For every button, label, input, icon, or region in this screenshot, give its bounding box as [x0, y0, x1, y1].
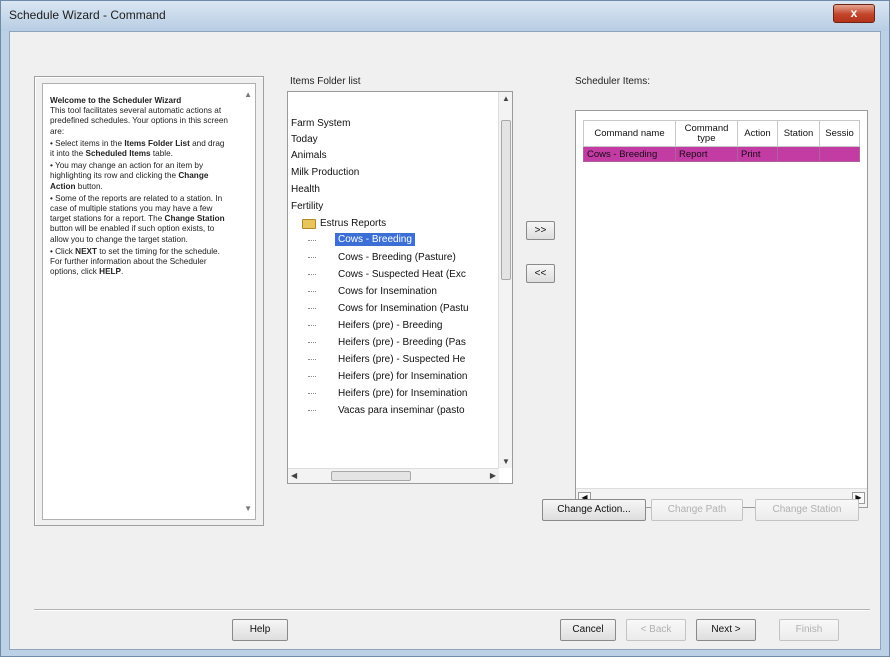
- tree-child[interactable]: Cows for Insemination (Pastu: [338, 303, 469, 314]
- welcome-text-box[interactable]: Welcome to the Scheduler Wizard This too…: [42, 83, 256, 520]
- tree-horizontal-thumb[interactable]: [331, 471, 411, 481]
- tree-item-health[interactable]: Health: [291, 184, 320, 195]
- scroll-left-icon[interactable]: ◀: [291, 471, 297, 480]
- scroll-down-icon[interactable]: ▼: [244, 504, 252, 513]
- tree-connector: [308, 325, 316, 326]
- close-button[interactable]: x: [833, 4, 875, 23]
- folder-icon: [302, 219, 316, 229]
- cancel-button[interactable]: Cancel: [560, 619, 616, 641]
- tree-child[interactable]: Heifers (pre) - Breeding: [338, 320, 442, 331]
- change-station-button[interactable]: Change Station: [755, 499, 859, 521]
- tree-item-estrus-reports[interactable]: Estrus Reports: [320, 218, 386, 229]
- cell-command-name: Cows - Breeding: [583, 146, 676, 162]
- tree-child[interactable]: Heifers (pre) - Breeding (Pas: [338, 337, 466, 348]
- items-folder-tree[interactable]: Farm System Today Animals Milk Productio…: [287, 91, 513, 484]
- cell-station: [777, 146, 820, 162]
- back-button[interactable]: < Back: [626, 619, 686, 641]
- tree-connector: [308, 342, 316, 343]
- tree-child[interactable]: Heifers (pre) for Insemination: [338, 388, 468, 399]
- tree-child[interactable]: Cows - Breeding (Pasture): [338, 252, 456, 263]
- bullet4-pre: • Click: [50, 246, 76, 256]
- bullet4-bold2: HELP: [99, 267, 121, 277]
- tree-connector: [308, 291, 316, 292]
- column-header-command-name[interactable]: Command name: [583, 120, 676, 147]
- tree-child[interactable]: Heifers (pre) - Suspected He: [338, 354, 465, 365]
- tree-item-fertility[interactable]: Fertility: [291, 201, 323, 212]
- items-folder-label: Items Folder list: [290, 76, 361, 87]
- change-path-button[interactable]: Change Path: [651, 499, 743, 521]
- tree-connector: [308, 240, 316, 241]
- tree-child[interactable]: Cows - Suspected Heat (Exc: [338, 269, 466, 280]
- bullet2-post: button.: [75, 181, 103, 191]
- finish-button[interactable]: Finish: [779, 619, 839, 641]
- footer-separator: [34, 609, 870, 611]
- tree-connector: [308, 376, 316, 377]
- bullet4-bold: NEXT: [75, 246, 97, 256]
- help-button[interactable]: Help: [232, 619, 288, 641]
- column-header-action[interactable]: Action: [737, 120, 778, 147]
- tree-horizontal-scrollbar[interactable]: ◀ ▶: [288, 468, 499, 483]
- bullet1-pre: • Select items in the: [50, 138, 125, 148]
- column-header-session[interactable]: Sessio: [819, 120, 860, 147]
- tree-connector: [308, 257, 316, 258]
- scroll-down-icon[interactable]: ▼: [502, 457, 510, 466]
- tree-child[interactable]: Heifers (pre) for Insemination: [338, 371, 468, 382]
- tree-connector: [308, 359, 316, 360]
- tree-item-milk-production[interactable]: Milk Production: [291, 167, 359, 178]
- tree-child[interactable]: Cows for Insemination: [338, 286, 437, 297]
- tree-connector: [308, 410, 316, 411]
- cell-action: Print: [737, 146, 778, 162]
- wizard-client-area: Welcome to the Scheduler Wizard This too…: [9, 31, 881, 650]
- bullet4-post: .: [121, 267, 124, 277]
- bullet3-post: button will be enabled if such option ex…: [50, 224, 215, 244]
- bullet1-bold1: Items Folder List: [124, 138, 190, 148]
- window-title: Schedule Wizard - Command: [9, 8, 166, 22]
- scroll-up-icon[interactable]: ▲: [244, 90, 252, 99]
- title-bar[interactable]: Schedule Wizard - Command x: [1, 1, 889, 31]
- tree-child-selected[interactable]: Cows - Breeding: [335, 233, 415, 246]
- wizard-window: Schedule Wizard - Command x Welcome to t…: [0, 0, 890, 657]
- scheduler-items-table[interactable]: Command name Command type Action Station…: [575, 110, 868, 508]
- tree-item-animals[interactable]: Animals: [291, 150, 327, 161]
- cell-command-type: Report: [675, 146, 738, 162]
- tree-item-today[interactable]: Today: [291, 134, 318, 145]
- tree-connector: [308, 274, 316, 275]
- welcome-heading: Welcome to the Scheduler Wizard: [50, 96, 182, 105]
- column-header-station[interactable]: Station: [777, 120, 820, 147]
- scheduler-items-label: Scheduler Items:: [575, 76, 651, 87]
- next-button[interactable]: Next >: [696, 619, 756, 641]
- cell-session: [819, 146, 860, 162]
- bullet1-post: table.: [150, 149, 173, 159]
- bullet3-bold: Change Station: [164, 214, 225, 224]
- tree-item-farm-system[interactable]: Farm System: [291, 118, 350, 129]
- welcome-intro: This tool facilitates several automatic …: [50, 106, 228, 136]
- tree-vertical-thumb[interactable]: [501, 120, 511, 280]
- bullet1-bold2: Scheduled Items: [85, 149, 151, 159]
- tree-child[interactable]: Vacas para inseminar (pasto: [338, 405, 465, 416]
- table-row[interactable]: Cows - Breeding Report Print: [583, 146, 860, 162]
- scheduler-table: Command name Command type Action Station…: [583, 120, 860, 162]
- welcome-group: Welcome to the Scheduler Wizard This too…: [34, 76, 264, 526]
- tree-vertical-scrollbar[interactable]: ▲ ▼: [498, 92, 512, 468]
- tree-connector: [308, 308, 316, 309]
- add-to-schedule-button[interactable]: >>: [526, 221, 555, 240]
- change-action-button[interactable]: Change Action...: [542, 499, 646, 521]
- remove-from-schedule-button[interactable]: <<: [526, 264, 555, 283]
- tree-connector: [308, 393, 316, 394]
- column-header-command-type[interactable]: Command type: [675, 120, 738, 147]
- welcome-text: Welcome to the Scheduler Wizard This too…: [50, 96, 230, 279]
- scroll-right-icon[interactable]: ▶: [490, 471, 496, 480]
- scroll-up-icon[interactable]: ▲: [502, 94, 510, 103]
